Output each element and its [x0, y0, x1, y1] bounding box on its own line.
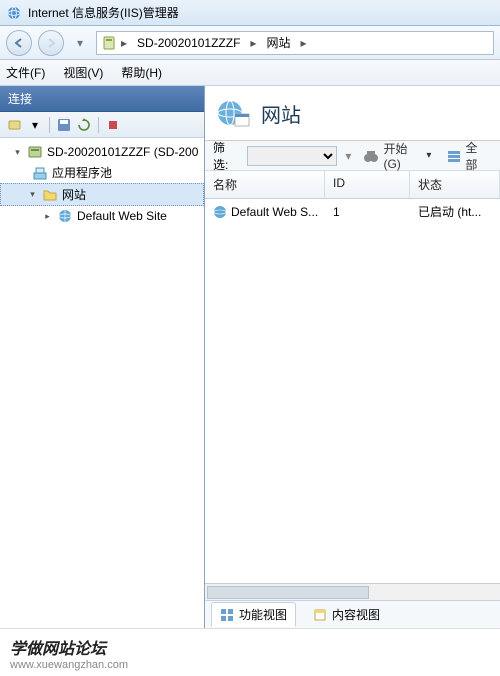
cell-id: 1: [325, 199, 410, 224]
sites-icon: [217, 96, 251, 130]
binoculars-icon: [363, 149, 379, 163]
content-pane: 网站 筛选: ▾ 开始(G) ▾ 全部 名称 ID 状态: [205, 86, 500, 628]
breadcrumb[interactable]: ▸ SD-20020101ZZZF ▸ 网站 ▸: [96, 31, 494, 55]
col-name[interactable]: 名称: [205, 171, 325, 198]
divider: [49, 117, 50, 133]
server-icon: [27, 144, 43, 160]
col-id[interactable]: ID: [325, 171, 410, 198]
filter-label: 筛选:: [213, 139, 239, 173]
tree-label: 应用程序池: [52, 164, 112, 181]
chevron-right-icon: ▸: [250, 36, 256, 50]
sidebar-header: 连接: [0, 86, 204, 112]
tree-label: 网站: [62, 186, 86, 203]
table-row[interactable]: Default Web S... 1 已启动 (ht...: [205, 199, 500, 224]
forward-button[interactable]: [38, 30, 64, 56]
stop-icon[interactable]: [104, 116, 122, 134]
chevron-right-icon: ▸: [300, 36, 306, 50]
cell-name: Default Web S...: [205, 199, 325, 224]
iis-icon: [6, 5, 22, 21]
save-icon[interactable]: [55, 116, 73, 134]
folder-icon: [42, 187, 58, 203]
content-header: 网站: [205, 86, 500, 141]
filter-select[interactable]: [247, 146, 337, 166]
window-title: Internet 信息服务(IIS)管理器: [28, 4, 179, 21]
server-icon: [101, 35, 117, 51]
showall-icon: [447, 149, 461, 163]
col-status[interactable]: 状态: [410, 171, 500, 198]
title-bar: Internet 信息服务(IIS)管理器: [0, 0, 500, 26]
horizontal-scrollbar[interactable]: [205, 583, 500, 600]
refresh-icon[interactable]: [75, 116, 93, 134]
connect-icon[interactable]: [6, 116, 24, 134]
tab-content-view[interactable]: 内容视图: [304, 602, 389, 627]
history-dropdown[interactable]: ▾: [70, 33, 90, 53]
menu-view[interactable]: 视图(V): [63, 64, 103, 81]
grid-body[interactable]: Default Web S... 1 已启动 (ht...: [205, 199, 500, 583]
collapse-icon[interactable]: ▾: [27, 189, 38, 200]
connections-tree[interactable]: ▾ SD-20020101ZZZF (SD-200 应用程序池 ▾ 网: [0, 138, 204, 628]
tree-node-server[interactable]: ▾ SD-20020101ZZZF (SD-200: [0, 142, 204, 162]
dropdown-icon[interactable]: ▾: [26, 116, 44, 134]
content-icon: [313, 608, 327, 622]
tab-label: 功能视图: [239, 606, 287, 623]
chevron-right-icon: ▸: [121, 36, 127, 50]
brand-url: www.xuewangzhan.com: [10, 659, 490, 671]
filter-bar: 筛选: ▾ 开始(G) ▾ 全部: [205, 141, 500, 171]
tree-label: SD-20020101ZZZF (SD-200: [47, 145, 198, 159]
collapse-icon[interactable]: ▾: [12, 147, 23, 158]
menu-help[interactable]: 帮助(H): [121, 64, 162, 81]
tab-features-view[interactable]: 功能视图: [211, 602, 296, 627]
globe-icon: [213, 205, 227, 219]
show-all-label: 全部: [465, 139, 488, 173]
tree-node-default-site[interactable]: ▸ Default Web Site: [0, 206, 204, 226]
apppool-icon: [32, 165, 48, 181]
globe-icon: [57, 208, 73, 224]
go-label: 开始(G): [383, 140, 422, 171]
page-title: 网站: [261, 99, 301, 128]
menu-file[interactable]: 文件(F): [6, 64, 45, 81]
menu-bar: 文件(F) 视图(V) 帮助(H): [0, 60, 500, 86]
tree-label: Default Web Site: [77, 209, 167, 223]
view-tabs: 功能视图 内容视图: [205, 600, 500, 628]
sidebar: 连接 ▾ ▾ SD-20: [0, 86, 205, 628]
nav-bar: ▾ ▸ SD-20020101ZZZF ▸ 网站 ▸: [0, 26, 500, 60]
main-area: 连接 ▾ ▾ SD-20: [0, 86, 500, 628]
brand-text: 学做网站论坛: [10, 635, 490, 659]
tab-label: 内容视图: [332, 606, 380, 623]
divider: [98, 117, 99, 133]
go-button[interactable]: 开始(G) ▾: [359, 140, 435, 171]
expand-icon[interactable]: ▸: [42, 211, 53, 222]
breadcrumb-sites[interactable]: 网站: [260, 32, 296, 53]
grid-header: 名称 ID 状态: [205, 171, 500, 199]
features-icon: [220, 608, 234, 622]
cell-status: 已启动 (ht...: [410, 199, 500, 224]
back-button[interactable]: [6, 30, 32, 56]
breadcrumb-server[interactable]: SD-20020101ZZZF: [131, 34, 246, 52]
show-all-button[interactable]: 全部: [443, 139, 492, 173]
tree-node-apppools[interactable]: 应用程序池: [0, 162, 204, 183]
sidebar-toolbar: ▾: [0, 112, 204, 138]
watermark: 学做网站论坛 www.xuewangzhan.com: [0, 628, 500, 676]
tree-node-sites[interactable]: ▾ 网站: [0, 183, 204, 206]
